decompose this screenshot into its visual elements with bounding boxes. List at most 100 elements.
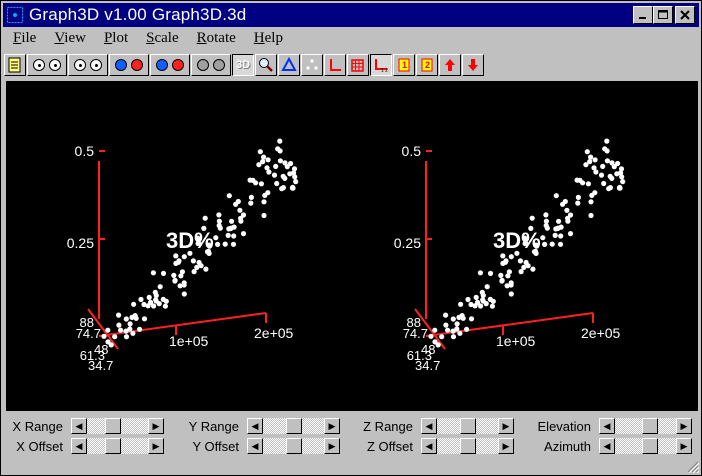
- mono-stereo-button[interactable]: [27, 54, 67, 76]
- 3d-mode-button[interactable]: 3D: [232, 54, 254, 76]
- slider-track[interactable]: [263, 418, 324, 434]
- triangle-button[interactable]: [278, 54, 300, 76]
- x-range-slider[interactable]: ◀ ▶: [71, 418, 164, 434]
- scroll-left-icon[interactable]: ◀: [599, 438, 615, 454]
- scroll-right-icon[interactable]: ▶: [148, 438, 164, 454]
- tick-labels-button[interactable]: 1 2: [370, 54, 392, 76]
- anaglyph-alt-button[interactable]: [150, 54, 190, 76]
- right-view-data-point: [432, 327, 438, 333]
- z-range-slider[interactable]: ◀ ▶: [421, 418, 514, 434]
- scroll-left-icon[interactable]: ◀: [599, 418, 615, 434]
- slider-thumb[interactable]: [105, 418, 121, 434]
- menu-plot[interactable]: Plot: [104, 30, 128, 47]
- left-view-data-point: [279, 186, 285, 192]
- scroll-right-icon[interactable]: ▶: [324, 438, 340, 454]
- scroll-right-icon[interactable]: ▶: [498, 418, 514, 434]
- slider-thumb[interactable]: [105, 438, 121, 454]
- move-down-button[interactable]: [462, 54, 484, 76]
- slider-track[interactable]: [437, 438, 498, 454]
- title-bar[interactable]: Graph3D v1.00 Graph3D.3d: [3, 3, 699, 27]
- slider-track[interactable]: [87, 418, 148, 434]
- z-offset-slider[interactable]: ◀ ▶: [421, 438, 514, 454]
- left-view-data-point: [160, 270, 167, 276]
- svg-text:1: 1: [402, 60, 407, 70]
- azimuth-slider[interactable]: ◀ ▶: [599, 438, 692, 454]
- right-view-data-point: [588, 212, 594, 219]
- toolbar: 3D 1 2 1 2: [3, 52, 699, 78]
- right-view-data-point: [601, 180, 607, 187]
- elevation-slider[interactable]: ◀ ▶: [599, 418, 692, 434]
- right-view-data-point: [477, 270, 483, 276]
- menu-file[interactable]: File: [13, 30, 36, 47]
- right-view-y-tick-label: 74.7: [403, 326, 428, 341]
- y-offset-control: Y Offset ◀ ▶: [169, 437, 340, 455]
- left-view-data-point: [258, 181, 264, 187]
- slider-track[interactable]: [615, 438, 676, 454]
- notepad-button[interactable]: [4, 54, 26, 76]
- left-view-x-tick-label: 2e+05: [254, 325, 294, 341]
- right-view-data-point: [529, 215, 535, 221]
- points-icon: [306, 59, 318, 70]
- slider-track[interactable]: [87, 438, 148, 454]
- 3d-mode-label: 3D: [235, 59, 251, 71]
- scroll-left-icon[interactable]: ◀: [421, 418, 437, 434]
- slider-thumb[interactable]: [642, 438, 658, 454]
- box-button[interactable]: [347, 54, 369, 76]
- minimize-button[interactable]: [633, 6, 653, 24]
- stereo-plot[interactable]: 0.50.251e+05 2e+058874.761.34834.73D%0.50…: [6, 81, 698, 411]
- scroll-right-icon[interactable]: ▶: [148, 418, 164, 434]
- right-view-data-point: [460, 315, 466, 321]
- right-view-data-point: [533, 250, 539, 256]
- scroll-left-icon[interactable]: ◀: [421, 438, 437, 454]
- y-offset-slider[interactable]: ◀ ▶: [247, 438, 340, 454]
- slider-thumb[interactable]: [286, 438, 302, 454]
- right-view-data-point: [484, 284, 490, 290]
- label-2-button[interactable]: 2: [416, 54, 438, 76]
- y-range-slider[interactable]: ◀ ▶: [247, 418, 340, 434]
- scroll-left-icon[interactable]: ◀: [71, 438, 87, 454]
- menu-rotate[interactable]: Rotate: [197, 30, 236, 47]
- x-offset-slider[interactable]: ◀ ▶: [71, 438, 164, 454]
- gray-stereo-button[interactable]: [191, 54, 231, 76]
- left-view-data-point: [235, 198, 241, 205]
- white-eye-icon: [74, 59, 86, 71]
- right-view-data-point: [489, 303, 495, 309]
- scroll-left-icon[interactable]: ◀: [247, 438, 263, 454]
- x-range-control: X Range ◀ ▶: [1, 417, 164, 435]
- zoom-button[interactable]: [255, 54, 277, 76]
- slider-thumb[interactable]: [460, 418, 476, 434]
- label-1-button[interactable]: 1: [393, 54, 415, 76]
- close-button[interactable]: [675, 6, 695, 24]
- plot-canvas[interactable]: 0.5 0.25 1e+05 2e+05 88 74.7 61.3 48 34.7 3D% 0.5 0…: [6, 81, 698, 411]
- scroll-left-icon[interactable]: ◀: [247, 418, 263, 434]
- slider-thumb[interactable]: [642, 418, 658, 434]
- menu-help[interactable]: Help: [254, 30, 283, 47]
- move-up-button[interactable]: [439, 54, 461, 76]
- right-view-data-point: [588, 199, 594, 205]
- resize-grip-icon[interactable]: [687, 461, 699, 473]
- anaglyph-button[interactable]: [109, 54, 149, 76]
- arrow-up-icon: [445, 59, 455, 71]
- scroll-right-icon[interactable]: ▶: [498, 438, 514, 454]
- left-view-data-point: [123, 334, 130, 340]
- left-view-data-point: [131, 301, 137, 307]
- left-view-data-point: [265, 157, 271, 163]
- scroll-right-icon[interactable]: ▶: [676, 438, 692, 454]
- maximize-button[interactable]: [653, 6, 673, 24]
- scroll-left-icon[interactable]: ◀: [71, 418, 87, 434]
- slider-track[interactable]: [263, 438, 324, 454]
- gray-eye-icon: [213, 59, 225, 71]
- slider-track[interactable]: [437, 418, 498, 434]
- slider-thumb[interactable]: [286, 418, 302, 434]
- slider-track[interactable]: [615, 418, 676, 434]
- scroll-right-icon[interactable]: ▶: [676, 418, 692, 434]
- slider-thumb[interactable]: [460, 438, 476, 454]
- left-view-data-point: [230, 241, 237, 247]
- axes-button[interactable]: [324, 54, 346, 76]
- scroll-right-icon[interactable]: ▶: [324, 418, 340, 434]
- stereo-white-button[interactable]: [68, 54, 108, 76]
- menu-scale[interactable]: Scale: [146, 30, 178, 47]
- left-view-data-point: [127, 326, 133, 332]
- points-button[interactable]: [301, 54, 323, 76]
- menu-view[interactable]: View: [54, 30, 86, 47]
